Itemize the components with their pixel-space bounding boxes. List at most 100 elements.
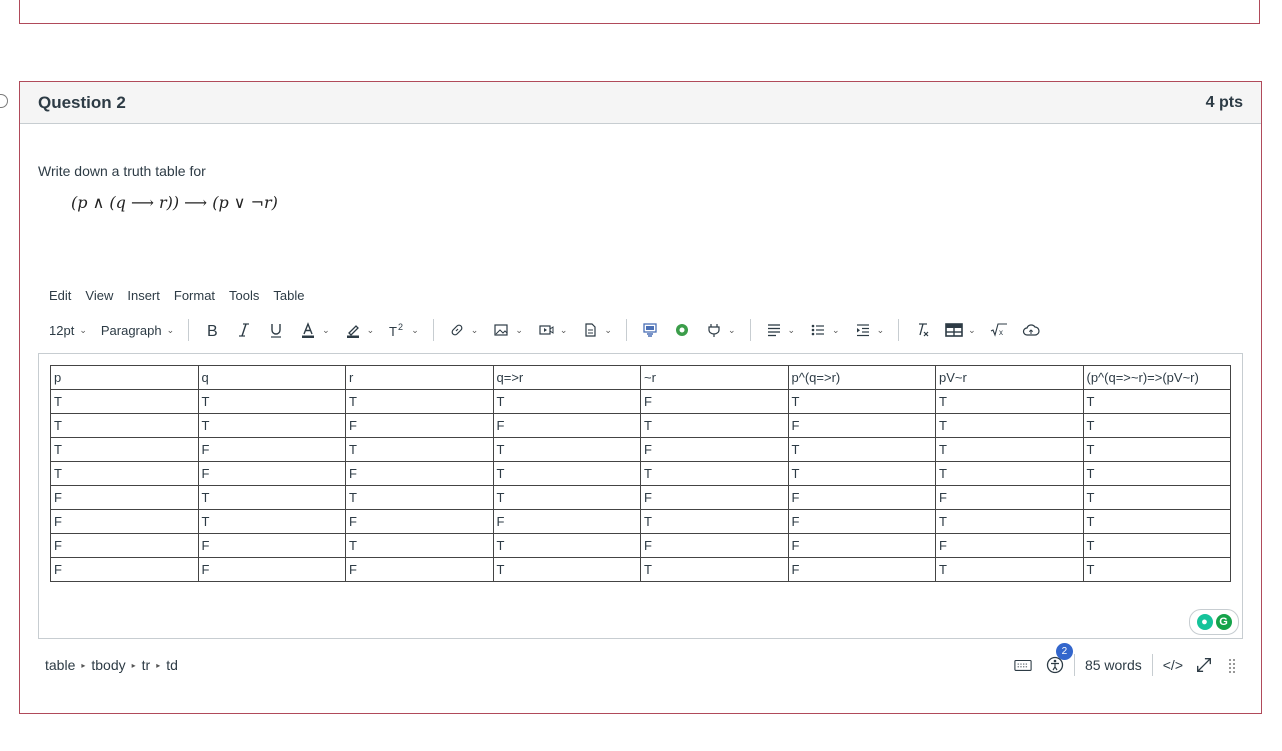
table-header-cell[interactable]: p xyxy=(50,365,199,390)
table-cell[interactable]: F xyxy=(787,533,936,558)
accessibility-checker-button[interactable]: 2 xyxy=(1046,643,1073,674)
table-cell[interactable]: F xyxy=(640,485,789,510)
media-button[interactable]: ⌄ xyxy=(537,321,567,339)
apps-button[interactable] xyxy=(641,321,659,339)
table-cell[interactable]: T xyxy=(492,461,641,486)
superscript-button[interactable]: T2 ⌄ xyxy=(388,321,419,339)
table-cell[interactable]: T xyxy=(787,437,936,462)
path-tr[interactable]: tr xyxy=(142,657,151,673)
cloud-upload-button[interactable] xyxy=(1022,321,1040,339)
table-cell[interactable]: F xyxy=(50,557,199,582)
block-format-select[interactable]: Paragraph ⌄ xyxy=(101,323,174,338)
table-cell[interactable]: F xyxy=(935,485,1084,510)
table-cell[interactable]: T xyxy=(197,389,346,414)
font-size-select[interactable]: 12pt ⌄ xyxy=(49,323,87,338)
align-button[interactable]: ⌄ xyxy=(765,321,795,339)
table-cell[interactable]: F xyxy=(197,557,346,582)
table-cell[interactable]: T xyxy=(640,557,789,582)
table-header-cell[interactable]: ~r xyxy=(640,365,789,390)
table-header-cell[interactable]: p^(q=>r) xyxy=(787,365,936,390)
path-table[interactable]: table xyxy=(45,657,75,673)
table-cell[interactable]: T xyxy=(492,533,641,558)
link-button[interactable]: ⌄ xyxy=(448,321,478,339)
table-header-cell[interactable]: q xyxy=(197,365,346,390)
table-cell[interactable]: T xyxy=(345,485,494,510)
bold-button[interactable]: B xyxy=(203,321,221,339)
table-cell[interactable]: F xyxy=(492,509,641,534)
table-cell[interactable]: T xyxy=(1082,533,1231,558)
table-cell[interactable]: T xyxy=(50,413,199,438)
table-cell[interactable]: T xyxy=(492,485,641,510)
italic-button[interactable] xyxy=(235,321,253,339)
table-cell[interactable]: F xyxy=(787,509,936,534)
table-cell[interactable]: T xyxy=(492,389,641,414)
table-header-cell[interactable]: (p^(q=>~r)=>(pV~r) xyxy=(1082,365,1231,390)
table-cell[interactable]: F xyxy=(197,533,346,558)
table-cell[interactable]: T xyxy=(50,437,199,462)
table-cell[interactable]: F xyxy=(197,437,346,462)
table-cell[interactable]: F xyxy=(787,485,936,510)
table-cell[interactable]: T xyxy=(1082,413,1231,438)
table-cell[interactable]: F xyxy=(345,461,494,486)
table-cell[interactable]: T xyxy=(197,509,346,534)
underline-button[interactable] xyxy=(267,321,285,339)
table-cell[interactable]: T xyxy=(935,389,1084,414)
highlight-color-button[interactable]: ⌄ xyxy=(344,321,374,339)
table-cell[interactable]: T xyxy=(345,533,494,558)
table-cell[interactable]: T xyxy=(1082,437,1231,462)
table-cell[interactable]: T xyxy=(492,557,641,582)
table-cell[interactable]: F xyxy=(787,557,936,582)
table-cell[interactable]: T xyxy=(345,389,494,414)
table-cell[interactable]: T xyxy=(1082,485,1231,510)
menu-insert[interactable]: Insert xyxy=(127,288,160,303)
html-editor-toggle[interactable]: </> xyxy=(1163,657,1183,673)
table-header-cell[interactable]: r xyxy=(345,365,494,390)
document-button[interactable]: ⌄ xyxy=(581,321,612,339)
word-count[interactable]: 85 words xyxy=(1085,657,1142,673)
table-cell[interactable]: T xyxy=(1082,509,1231,534)
table-cell[interactable]: T xyxy=(197,485,346,510)
table-button[interactable]: ⌄ xyxy=(945,321,976,339)
table-cell[interactable]: T xyxy=(640,509,789,534)
table-cell[interactable]: T xyxy=(50,461,199,486)
table-cell[interactable]: F xyxy=(50,533,199,558)
table-cell[interactable]: T xyxy=(935,461,1084,486)
table-header-cell[interactable]: q=>r xyxy=(492,365,641,390)
image-button[interactable]: ⌄ xyxy=(492,321,523,339)
table-cell[interactable]: F xyxy=(787,413,936,438)
rich-text-editor[interactable]: p q r q=>r ~r p^(q=>r) pV~r (p^(q=>~r)=>(pV~r) T… xyxy=(38,353,1243,639)
table-cell[interactable]: T xyxy=(1082,389,1231,414)
table-cell[interactable]: F xyxy=(640,437,789,462)
table-cell[interactable]: T xyxy=(492,437,641,462)
menu-edit[interactable]: Edit xyxy=(49,288,71,303)
table-cell[interactable]: T xyxy=(640,413,789,438)
clear-formatting-button[interactable] xyxy=(913,321,931,339)
path-tbody[interactable]: tbody xyxy=(91,657,125,673)
indent-button[interactable]: ⌄ xyxy=(854,321,884,339)
table-cell[interactable]: T xyxy=(935,437,1084,462)
question-flag-marker[interactable] xyxy=(0,94,8,108)
table-cell[interactable]: T xyxy=(197,413,346,438)
table-cell[interactable]: F xyxy=(345,509,494,534)
table-cell[interactable]: F xyxy=(492,413,641,438)
table-cell[interactable]: F xyxy=(345,413,494,438)
bullet-list-button[interactable]: ⌄ xyxy=(809,321,840,339)
table-cell[interactable]: T xyxy=(640,461,789,486)
equation-button[interactable]: x xyxy=(990,321,1008,339)
grammarly-widget[interactable]: ● G xyxy=(1189,609,1239,635)
table-cell[interactable]: F xyxy=(50,509,199,534)
fullscreen-icon[interactable] xyxy=(1195,656,1213,674)
menu-table[interactable]: Table xyxy=(273,288,304,303)
table-cell[interactable]: T xyxy=(935,413,1084,438)
plugin-button[interactable]: ⌄ xyxy=(705,321,736,339)
menu-format[interactable]: Format xyxy=(174,288,215,303)
path-td[interactable]: td xyxy=(166,657,178,673)
table-cell[interactable]: T xyxy=(935,557,1084,582)
table-cell[interactable]: F xyxy=(50,485,199,510)
keyboard-icon[interactable] xyxy=(1014,656,1032,674)
menu-tools[interactable]: Tools xyxy=(229,288,259,303)
table-cell[interactable]: T xyxy=(1082,557,1231,582)
table-cell[interactable]: T xyxy=(1082,461,1231,486)
table-cell[interactable]: F xyxy=(640,533,789,558)
table-cell[interactable]: F xyxy=(345,557,494,582)
